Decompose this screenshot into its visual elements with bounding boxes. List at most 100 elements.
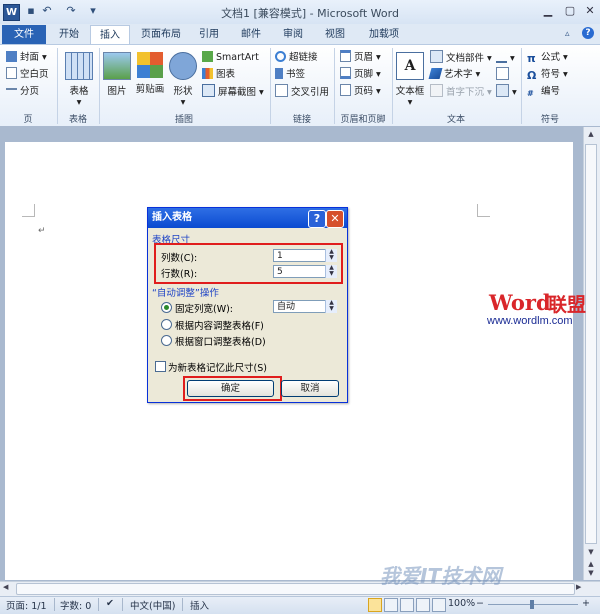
smartart-icon bbox=[202, 51, 213, 62]
page-count-status[interactable]: 页面: 1/1 bbox=[6, 598, 47, 612]
scroll-up-icon[interactable]: ▲ bbox=[585, 130, 597, 140]
table-button[interactable]: 表格 ▾ bbox=[62, 52, 96, 108]
full-screen-view-icon[interactable] bbox=[384, 598, 398, 612]
tab-home[interactable]: 开始 bbox=[52, 25, 86, 44]
columns-spinner-icon[interactable]: ▲ ▼ bbox=[325, 249, 337, 262]
insert-mode-status[interactable]: 插入 bbox=[190, 598, 209, 612]
outline-view-icon[interactable] bbox=[416, 598, 430, 612]
fixed-width-radio[interactable] bbox=[161, 302, 172, 313]
draft-view-icon[interactable] bbox=[432, 598, 446, 612]
web-layout-view-icon[interactable] bbox=[400, 598, 414, 612]
object-icon[interactable]: ▾ bbox=[496, 84, 517, 99]
maximize-icon[interactable]: ▢ bbox=[560, 3, 580, 19]
scroll-down-icon[interactable]: ▼ bbox=[585, 548, 597, 558]
zoom-slider-thumb[interactable] bbox=[530, 600, 534, 609]
hyperlink-icon bbox=[275, 51, 286, 62]
page-number-button[interactable]: 页码 ▾ bbox=[340, 84, 381, 99]
blank-page-button[interactable]: 空白页 bbox=[6, 67, 49, 82]
status-separator bbox=[182, 598, 183, 611]
picture-button[interactable]: 图片 bbox=[103, 52, 131, 97]
tab-insert[interactable]: 插入 bbox=[90, 25, 130, 45]
wordart-button[interactable]: 艺术字 ▾ bbox=[428, 67, 480, 82]
customize-icon[interactable]: ▾ bbox=[86, 4, 100, 18]
tab-view[interactable]: 视图 bbox=[318, 25, 352, 44]
watermark-brand-cn: 联盟 bbox=[548, 294, 587, 316]
word-logo-icon[interactable]: W bbox=[3, 4, 20, 21]
wordart-icon bbox=[428, 68, 443, 79]
screenshot-icon bbox=[202, 84, 215, 97]
window-title: 文档1 [兼容模式] - Microsoft Word bbox=[221, 7, 399, 20]
group-label-tables: 表格 bbox=[68, 115, 87, 125]
proofing-icon[interactable]: ✔ bbox=[106, 598, 114, 609]
watermark-brand-word: Word bbox=[489, 290, 551, 315]
cross-reference-button[interactable]: 交叉引用 bbox=[275, 84, 329, 99]
rows-label: 行数(R): bbox=[161, 269, 198, 280]
drop-cap-button[interactable]: 首字下沉 ▾ bbox=[430, 84, 492, 99]
cover-page-button[interactable]: 封面 ▾ bbox=[6, 50, 47, 65]
group-label-illustrations: 插图 bbox=[174, 115, 193, 125]
next-page-icon[interactable]: ▼ bbox=[585, 569, 597, 577]
minimize-ribbon-icon[interactable]: ▵ bbox=[565, 29, 570, 39]
table-icon bbox=[65, 52, 93, 80]
tab-page-layout[interactable]: 页面布局 bbox=[134, 25, 188, 44]
help-button[interactable]: ? bbox=[308, 210, 326, 228]
previous-page-icon[interactable]: ▲ bbox=[585, 560, 597, 568]
tab-review[interactable]: 审阅 bbox=[276, 25, 310, 44]
language-status[interactable]: 中文(中国) bbox=[130, 598, 175, 612]
picture-icon bbox=[103, 52, 131, 80]
tab-mailings[interactable]: 邮件 bbox=[234, 25, 268, 44]
scroll-right-icon[interactable]: ▶ bbox=[576, 583, 581, 591]
fit-content-radio[interactable] bbox=[161, 319, 172, 330]
zoom-out-icon[interactable]: − bbox=[476, 598, 484, 609]
page-break-button[interactable]: 分页 bbox=[6, 84, 39, 99]
tab-addins[interactable]: 加载项 bbox=[362, 25, 406, 44]
group-label-pages: 页 bbox=[23, 115, 33, 125]
dialog-close-button[interactable]: ✕ bbox=[326, 210, 344, 228]
quick-parts-button[interactable]: 文档部件 ▾ bbox=[430, 50, 492, 65]
bookmark-button[interactable]: 书签 bbox=[275, 67, 305, 82]
equation-button[interactable]: π 公式 ▾ bbox=[527, 50, 568, 65]
date-time-icon[interactable] bbox=[496, 67, 512, 82]
ok-button[interactable]: 确定 bbox=[187, 380, 274, 397]
redo-icon[interactable]: ↷ bbox=[64, 4, 78, 18]
quick-parts-icon bbox=[430, 50, 443, 63]
help-icon[interactable]: ? bbox=[582, 27, 594, 39]
save-icon[interactable]: ▪ bbox=[24, 4, 38, 18]
screenshot-button[interactable]: 屏幕截图 ▾ bbox=[202, 84, 264, 99]
fit-window-radio[interactable] bbox=[161, 335, 172, 346]
rows-spinner-icon[interactable]: ▲ ▼ bbox=[325, 265, 337, 278]
signature-line-icon[interactable]: ▾ bbox=[496, 50, 515, 65]
print-layout-view-icon[interactable] bbox=[368, 598, 382, 612]
word-count-status[interactable]: 字数: 0 bbox=[60, 598, 91, 612]
cancel-button[interactable]: 取消 bbox=[281, 380, 339, 397]
drop-cap-icon bbox=[430, 84, 443, 97]
shapes-button[interactable]: 形状 ▾ bbox=[169, 52, 197, 108]
footer-icon bbox=[340, 67, 351, 79]
text-box-icon: A bbox=[396, 52, 424, 80]
margin-corner-top-right bbox=[477, 204, 490, 217]
fixed-width-spinner-icon[interactable]: ▲ ▼ bbox=[325, 300, 337, 313]
chart-button[interactable]: 图表 bbox=[202, 67, 235, 82]
vertical-scroll-thumb[interactable] bbox=[585, 144, 597, 544]
minimize-icon[interactable]: ▁ bbox=[538, 3, 558, 19]
symbol-button[interactable]: Ω 符号 ▾ bbox=[527, 67, 568, 82]
page-number-icon bbox=[340, 84, 351, 96]
remember-size-checkbox[interactable] bbox=[155, 361, 166, 372]
text-box-button[interactable]: A 文本框 ▾ bbox=[395, 52, 425, 108]
close-icon[interactable]: ✕ bbox=[580, 3, 600, 19]
header-button[interactable]: 页眉 ▾ bbox=[340, 50, 381, 65]
zoom-in-icon[interactable]: + bbox=[582, 598, 590, 609]
clip-art-button[interactable]: 剪贴画 bbox=[133, 52, 167, 95]
status-separator bbox=[122, 598, 123, 611]
scroll-left-icon[interactable]: ◀ bbox=[3, 583, 8, 591]
zoom-level[interactable]: 100% bbox=[448, 598, 475, 609]
tab-file[interactable]: 文件 bbox=[2, 25, 46, 44]
undo-icon[interactable]: ↶ bbox=[40, 4, 54, 18]
hyperlink-button[interactable]: 超链接 bbox=[275, 50, 318, 65]
tab-references[interactable]: 引用 bbox=[192, 25, 226, 44]
numbering-button[interactable]: # 编号 bbox=[527, 84, 560, 99]
page-break-icon bbox=[6, 88, 17, 96]
watermark-bottom: 我爱IT技术网 bbox=[380, 564, 502, 588]
footer-button[interactable]: 页脚 ▾ bbox=[340, 67, 381, 82]
smartart-button[interactable]: SmartArt bbox=[202, 50, 259, 65]
